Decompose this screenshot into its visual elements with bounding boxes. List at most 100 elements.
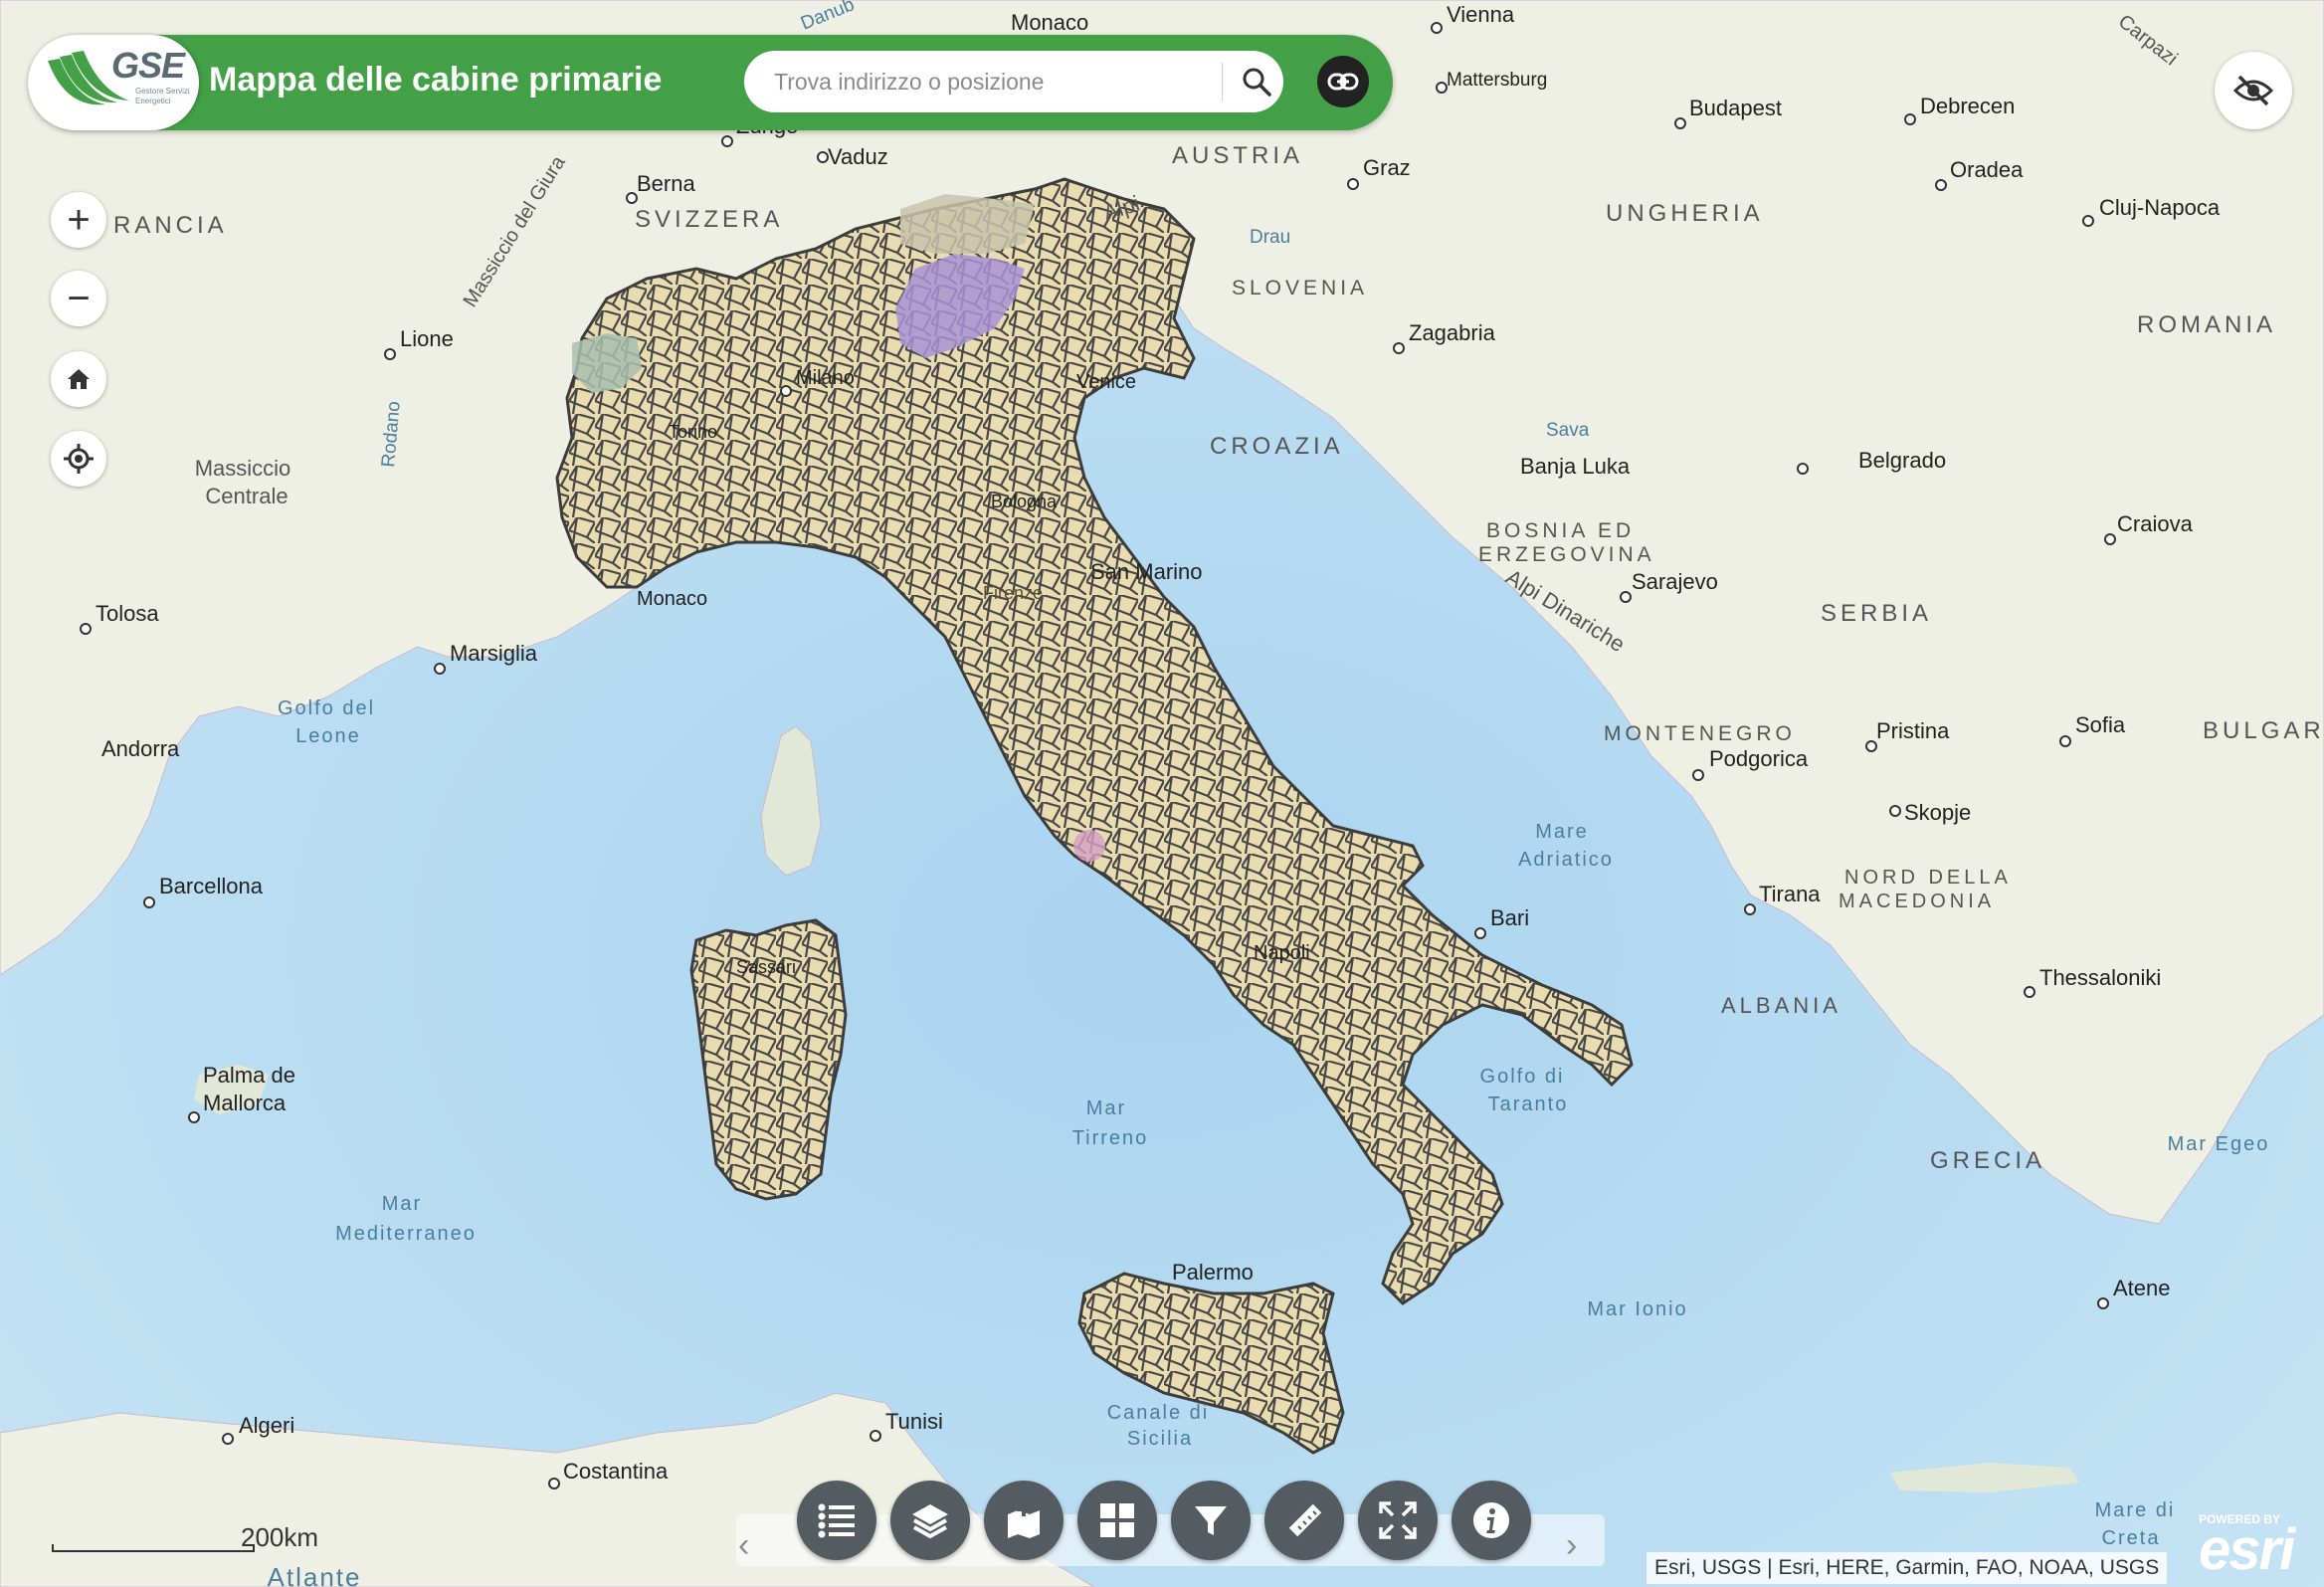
label-atlantico: Atlante [268,1562,362,1587]
label-creta-1: Mare di [2095,1499,2176,1521]
minus-icon: − [67,277,91,320]
label-mattersburg: Mattersburg [1447,70,1547,91]
add-map-icon [1008,1502,1040,1538]
label-oradea: Oradea [1950,157,2024,182]
toggle-visibility-button[interactable] [2215,52,2292,129]
label-massiccio-1: Massiccio [195,456,291,481]
search-icon [1243,68,1271,97]
layers-button[interactable] [890,1481,970,1560]
label-creta-2: Creta [2102,1527,2161,1549]
label-bulgaria: BULGAR [2203,717,2324,744]
toolbar-prev-button[interactable]: ‹ [738,1526,749,1565]
label-palma-2: Mallorca [203,1091,287,1115]
logo-subtext: Gestore Servizi Energetici [135,87,190,105]
label-macedonia-2: MACEDONIA [1839,891,1995,912]
label-palma-1: Palma de [203,1063,295,1088]
ruler-icon [1288,1503,1322,1537]
label-palermo: Palermo [1172,1260,1254,1285]
zoom-out-button[interactable]: − [51,271,106,326]
label-sofia: Sofia [2075,712,2126,737]
search-input[interactable] [772,61,1244,102]
label-atene: Atene [2113,1276,2171,1300]
grid-icon [1100,1503,1134,1537]
label-romania: ROMANIA [2137,311,2276,338]
fullscreen-icon [1379,1501,1417,1539]
label-bosnia-2: ERZEGOVINA [1478,543,1655,566]
info-icon [1473,1502,1509,1538]
label-firenze: Firenze [983,583,1043,603]
label-monaco-de: Monaco [1011,10,1088,35]
label-albania: ALBANIA [1721,993,1841,1018]
label-podgorica: Podgorica [1709,746,1809,771]
esri-logo[interactable]: POWERED BY esri [2199,1512,2318,1582]
label-tirreno-1: Mar [1086,1097,1126,1119]
label-sassari: Sassari [736,957,796,977]
esri-wordmark: esri [2199,1517,2295,1582]
label-macedonia-1: NORD DELLA [1844,867,2012,889]
label-torino: Torino [669,422,717,442]
label-taranto-2: Taranto [1488,1093,1569,1115]
label-bari: Bari [1490,905,1529,930]
label-banja-luka: Banja Luka [1520,454,1631,479]
label-bologna: Bologna [991,492,1058,511]
label-ionio: Mar Ionio [1587,1298,1687,1320]
gallery-button[interactable] [1077,1481,1157,1560]
locate-button[interactable] [51,431,106,487]
label-slovenia: SLOVENIA [1232,277,1368,299]
page-title: Mappa delle cabine primarie [209,61,663,99]
home-icon [68,369,90,389]
zoom-in-button[interactable]: + [51,192,106,248]
plus-icon: + [67,198,91,242]
label-thessaloniki: Thessaloniki [2039,965,2161,990]
filter-button[interactable] [1171,1481,1251,1560]
basemap-button[interactable] [984,1481,1064,1560]
label-vienna: Vienna [1447,2,1515,27]
toolbar-next-button[interactable]: › [1566,1526,1577,1565]
label-sicilia-1: Canale di [1107,1402,1210,1424]
label-ungheria: UNGHERIA [1606,200,1764,227]
label-bosnia-1: BOSNIA ED [1486,519,1635,542]
label-serbia: SERBIA [1821,600,1932,627]
share-link-button[interactable] [1317,56,1369,107]
fullscreen-button[interactable] [1358,1481,1438,1560]
search-divider [1222,63,1223,100]
label-adriatico-1: Mare [1535,821,1589,843]
label-tirreno-2: Tirreno [1072,1127,1149,1149]
legend-button[interactable] [797,1481,876,1560]
search-button[interactable] [1232,57,1281,106]
label-tirana: Tirana [1759,882,1821,906]
scale-line [52,1544,255,1552]
attribution-text: Esri, USGS | Esri, HERE, Garmin, FAO, NO… [1646,1552,2168,1584]
label-graz: Graz [1363,155,1411,180]
label-tolosa: Tolosa [96,601,159,626]
label-monaco-mc: Monaco [637,588,707,610]
gse-logo[interactable]: GSE Gestore Servizi Energetici [28,35,199,130]
home-button[interactable] [51,351,106,407]
label-tunisi: Tunisi [885,1409,943,1434]
map-canvas[interactable]: RANCIA SVIZZERA AUSTRIA UNGHERIA ROMANIA… [0,0,2324,1587]
label-lione: Lione [400,326,454,351]
label-sicilia-2: Sicilia [1127,1428,1193,1450]
filter-icon [1195,1506,1227,1535]
rome-area-highlight [1073,830,1105,862]
label-svizzera: SVIZZERA [635,206,783,233]
layers-icon [912,1504,948,1539]
label-sava: Sava [1546,420,1590,441]
label-algeri: Algeri [239,1413,294,1438]
measure-button[interactable] [1264,1481,1344,1560]
label-egeo: Mar Egeo [2168,1133,2270,1155]
app-header: GSE Gestore Servizi Energetici Mappa del… [28,35,1393,130]
alpine-grey-zone [900,194,1035,254]
label-san-marino: San Marino [1090,559,1203,584]
label-croazia: CROAZIA [1210,433,1344,460]
label-milano: Milano [796,367,855,389]
label-austria: AUSTRIA [1172,142,1303,169]
label-budapest: Budapest [1689,96,1782,120]
label-skopje: Skopje [1904,800,1971,825]
label-barcellona: Barcellona [159,874,264,898]
locate-icon [64,444,94,474]
label-cluj: Cluj-Napoca [2099,195,2221,220]
label-debrecen: Debrecen [1920,94,2015,118]
info-button[interactable] [1452,1481,1531,1560]
label-costantina: Costantina [563,1459,669,1484]
